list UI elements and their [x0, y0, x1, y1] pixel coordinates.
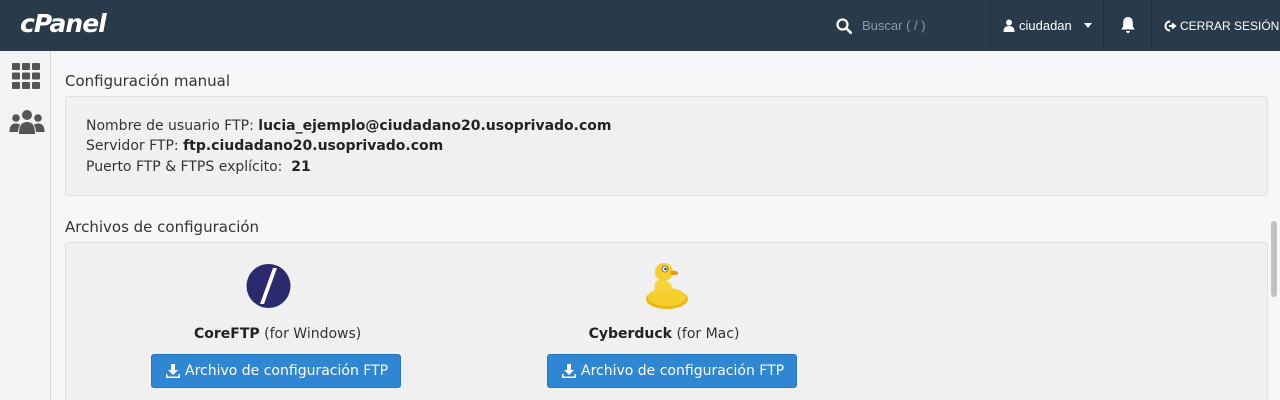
- cyberduck-download-label: Archivo de configuración FTP: [581, 363, 785, 379]
- coreftp-download-button[interactable]: Archivo de configuración FTP: [151, 354, 402, 388]
- ftp-port-label: Puerto FTP & FTPS explícito:: [86, 159, 283, 175]
- ftp-port-value: 21: [291, 159, 311, 175]
- top-bar: cPanel ciudadan CERRAR SESIÓN: [0, 0, 1280, 51]
- ftp-server-value: ftp.ciudadano20.usoprivado.com: [183, 138, 444, 154]
- cyberduck-client-name: Cyberduck (for Mac): [584, 325, 744, 343]
- download-icon: [562, 364, 576, 378]
- download-icon: [166, 364, 180, 378]
- divider: [1103, 0, 1104, 51]
- grid-icon[interactable]: [11, 62, 41, 90]
- logout-label: CERRAR SESIÓN: [1180, 18, 1280, 33]
- ftp-username-line: Nombre de usuario FTP: lucia_ejemplo@ciu…: [86, 118, 611, 134]
- cpanel-logo[interactable]: cPanel: [20, 9, 107, 38]
- ftp-server-line: Servidor FTP: ftp.ciudadano20.usoprivado…: [86, 138, 443, 154]
- coreftp-name: CoreFTP: [194, 326, 260, 342]
- logout-button[interactable]: CERRAR SESIÓN: [1164, 0, 1279, 51]
- ftp-port-line: Puerto FTP & FTPS explícito: 21: [86, 159, 311, 175]
- coreftp-logo-icon: [246, 264, 291, 308]
- cyberduck-platform: (for Mac): [676, 326, 740, 342]
- config-files-panel: CoreFTP (for Windows) Archivo de configu…: [65, 242, 1268, 400]
- search-input[interactable]: [862, 18, 982, 33]
- search-box[interactable]: [836, 0, 982, 51]
- divider: [1151, 0, 1152, 51]
- divider: [990, 0, 991, 51]
- coreftp-download-label: Archivo de configuración FTP: [185, 363, 389, 379]
- coreftp-platform: (for Windows): [264, 326, 362, 342]
- bell-icon[interactable]: [1120, 16, 1136, 34]
- logout-icon: [1164, 20, 1177, 31]
- cyberduck-download-button[interactable]: Archivo de configuración FTP: [547, 354, 798, 388]
- search-icon[interactable]: [836, 17, 852, 34]
- coreftp-client-name: CoreFTP (for Windows): [194, 325, 361, 343]
- user-menu[interactable]: ciudadan: [1003, 0, 1092, 51]
- cyberduck-name: Cyberduck: [588, 326, 672, 342]
- ftp-username-value: lucia_ejemplo@ciudadano20.usoprivado.com: [258, 118, 612, 134]
- manual-config-panel: Nombre de usuario FTP: lucia_ejemplo@ciu…: [65, 96, 1268, 196]
- sidebar: [0, 51, 51, 400]
- scrollbar-thumb[interactable]: [1271, 221, 1277, 297]
- section-title-manual-config: Configuración manual: [65, 72, 231, 90]
- cyberduck-logo-icon: [646, 263, 688, 309]
- users-icon[interactable]: [9, 108, 45, 136]
- username-label: ciudadan: [1019, 18, 1072, 33]
- scrollbar[interactable]: [1268, 51, 1280, 400]
- chevron-down-icon: [1083, 23, 1092, 28]
- ftp-server-label: Servidor FTP:: [86, 138, 179, 154]
- ftp-username-label: Nombre de usuario FTP:: [86, 118, 254, 134]
- main-content: Configuración manual Nombre de usuario F…: [52, 51, 1268, 400]
- section-title-config-files: Archivos de configuración: [65, 218, 260, 236]
- user-icon: [1003, 19, 1015, 32]
